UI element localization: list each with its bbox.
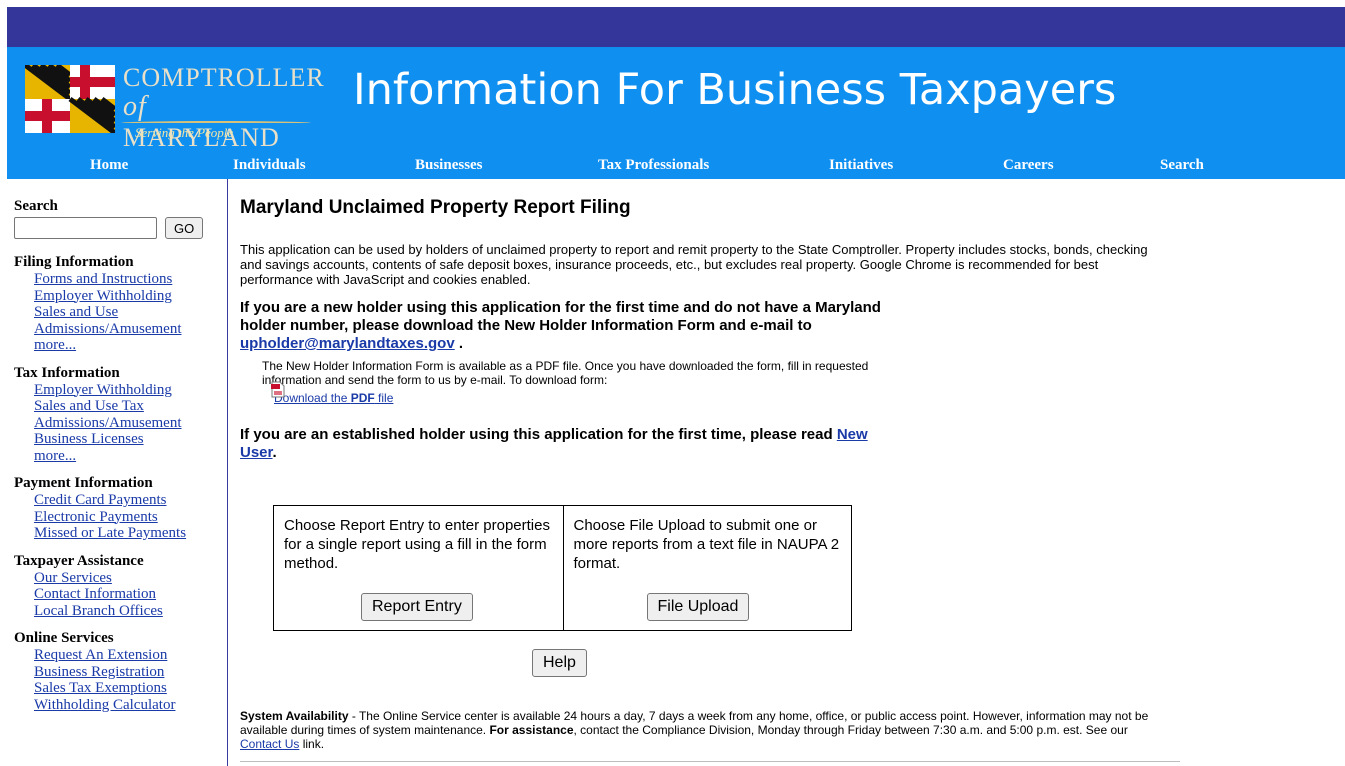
nav-search[interactable]: Search	[1160, 157, 1204, 174]
tax-information-section: Tax Information Employer Withholding Sal…	[14, 364, 224, 465]
section-heading: Payment Information	[14, 475, 153, 491]
taxpayer-assistance-section: Taxpayer Assistance Our Services Contact…	[14, 552, 224, 620]
section-heading: Tax Information	[14, 364, 120, 381]
payment-information-section: Payment Information Credit Card Payments…	[14, 474, 224, 542]
link-more[interactable]: more...	[34, 448, 224, 465]
top-bar	[7, 7, 1345, 47]
link-contact-information[interactable]: Contact Information	[34, 586, 224, 603]
section-heading: Taxpayer Assistance	[14, 552, 144, 569]
nav-tax-professionals[interactable]: Tax Professionals	[598, 157, 709, 174]
link-admissions-amusement[interactable]: Admissions/Amusement	[34, 415, 224, 432]
link-sales-tax-exemptions[interactable]: Sales Tax Exemptions	[34, 680, 224, 697]
link-missed-or-late-payments[interactable]: Missed or Late Payments	[34, 525, 224, 542]
nav-businesses[interactable]: Businesses	[415, 157, 483, 174]
nav-careers[interactable]: Careers	[1003, 157, 1054, 174]
file-upload-description: Choose File Upload to submit one or more…	[573, 517, 840, 572]
link-local-branch-offices[interactable]: Local Branch Offices	[34, 603, 224, 620]
report-options-table: Choose Report Entry to enter properties …	[273, 505, 852, 631]
nav-initiatives[interactable]: Initiatives	[829, 157, 893, 174]
report-entry-cell: Choose Report Entry to enter properties …	[274, 506, 563, 630]
section-heading: Filing Information	[14, 254, 134, 270]
page-banner-title: Information For Business Taxpayers	[353, 65, 1117, 115]
main-content: Maryland Unclaimed Property Report Filin…	[240, 197, 1180, 762]
link-employer-withholding[interactable]: Employer Withholding	[34, 288, 224, 305]
page-title: Maryland Unclaimed Property Report Filin…	[240, 197, 631, 218]
download-pdf-row: Download the PDF file	[271, 381, 1160, 405]
link-electronic-payments[interactable]: Electronic Payments	[34, 509, 224, 526]
go-button[interactable]: GO	[165, 217, 204, 239]
file-upload-cell: Choose File Upload to submit one or more…	[562, 506, 852, 630]
link-credit-card-payments[interactable]: Credit Card Payments	[34, 492, 224, 509]
sidebar-search-row: GO	[14, 217, 224, 239]
new-holder-instructions: If you are a new holder using this appli…	[240, 299, 881, 352]
online-services-section: Online Services Request An Extension Bus…	[14, 629, 224, 713]
form-note: The New Holder Information Form is avail…	[262, 359, 869, 387]
filing-information-section: Filing Information Forms and Instruction…	[14, 253, 224, 354]
search-input[interactable]	[14, 217, 157, 239]
help-button[interactable]: Help	[532, 649, 587, 677]
report-entry-description: Choose Report Entry to enter properties …	[284, 517, 550, 572]
link-sales-and-use[interactable]: Sales and Use	[34, 304, 224, 321]
link-our-services[interactable]: Our Services	[34, 570, 224, 587]
link-business-registration[interactable]: Business Registration	[34, 664, 224, 681]
nav-individuals[interactable]: Individuals	[233, 157, 306, 174]
bottom-divider	[240, 761, 1180, 762]
maryland-flag-icon	[25, 65, 115, 133]
main-nav: Home Individuals Businesses Tax Professi…	[7, 155, 1345, 179]
nav-home[interactable]: Home	[90, 157, 128, 174]
established-holder-instructions: If you are an established holder using t…	[240, 426, 868, 461]
link-withholding-calculator[interactable]: Withholding Calculator	[34, 697, 224, 714]
contact-us-link[interactable]: Contact Us	[240, 737, 299, 751]
link-admissions-amusement[interactable]: Admissions/Amusement	[34, 321, 224, 338]
comptroller-logo[interactable]: COMPTROLLER of MARYLAND Serving the Peop…	[25, 57, 324, 152]
report-entry-button[interactable]: Report Entry	[361, 593, 473, 621]
link-forms-and-instructions[interactable]: Forms and Instructions	[34, 271, 224, 288]
link-business-licenses[interactable]: Business Licenses	[34, 431, 224, 448]
system-availability-text: System Availability - The Online Service…	[240, 709, 1149, 751]
logo-comptroller-text: COMPTROLLER	[123, 63, 325, 92]
sidebar-search-heading: Search	[14, 198, 58, 214]
intro-text: This application can be used by holders …	[240, 242, 1148, 287]
download-pdf-link[interactable]: Download the PDF file	[274, 391, 393, 405]
link-request-an-extension[interactable]: Request An Extension	[34, 647, 224, 664]
section-heading: Online Services	[14, 630, 114, 646]
header-banner: COMPTROLLER of MARYLAND Serving the Peop…	[7, 47, 1345, 179]
logo-tagline: Serving the People	[135, 125, 234, 140]
link-sales-and-use-tax[interactable]: Sales and Use Tax	[34, 398, 224, 415]
pdf-icon	[271, 381, 285, 398]
holder-email-link[interactable]: upholder@marylandtaxes.gov	[240, 335, 455, 352]
file-upload-button[interactable]: File Upload	[646, 593, 750, 621]
link-more[interactable]: more...	[34, 337, 224, 354]
link-employer-withholding[interactable]: Employer Withholding	[34, 382, 224, 399]
sidebar-divider	[227, 179, 228, 766]
sidebar: Search GO Filing Information Forms and I…	[14, 197, 224, 723]
